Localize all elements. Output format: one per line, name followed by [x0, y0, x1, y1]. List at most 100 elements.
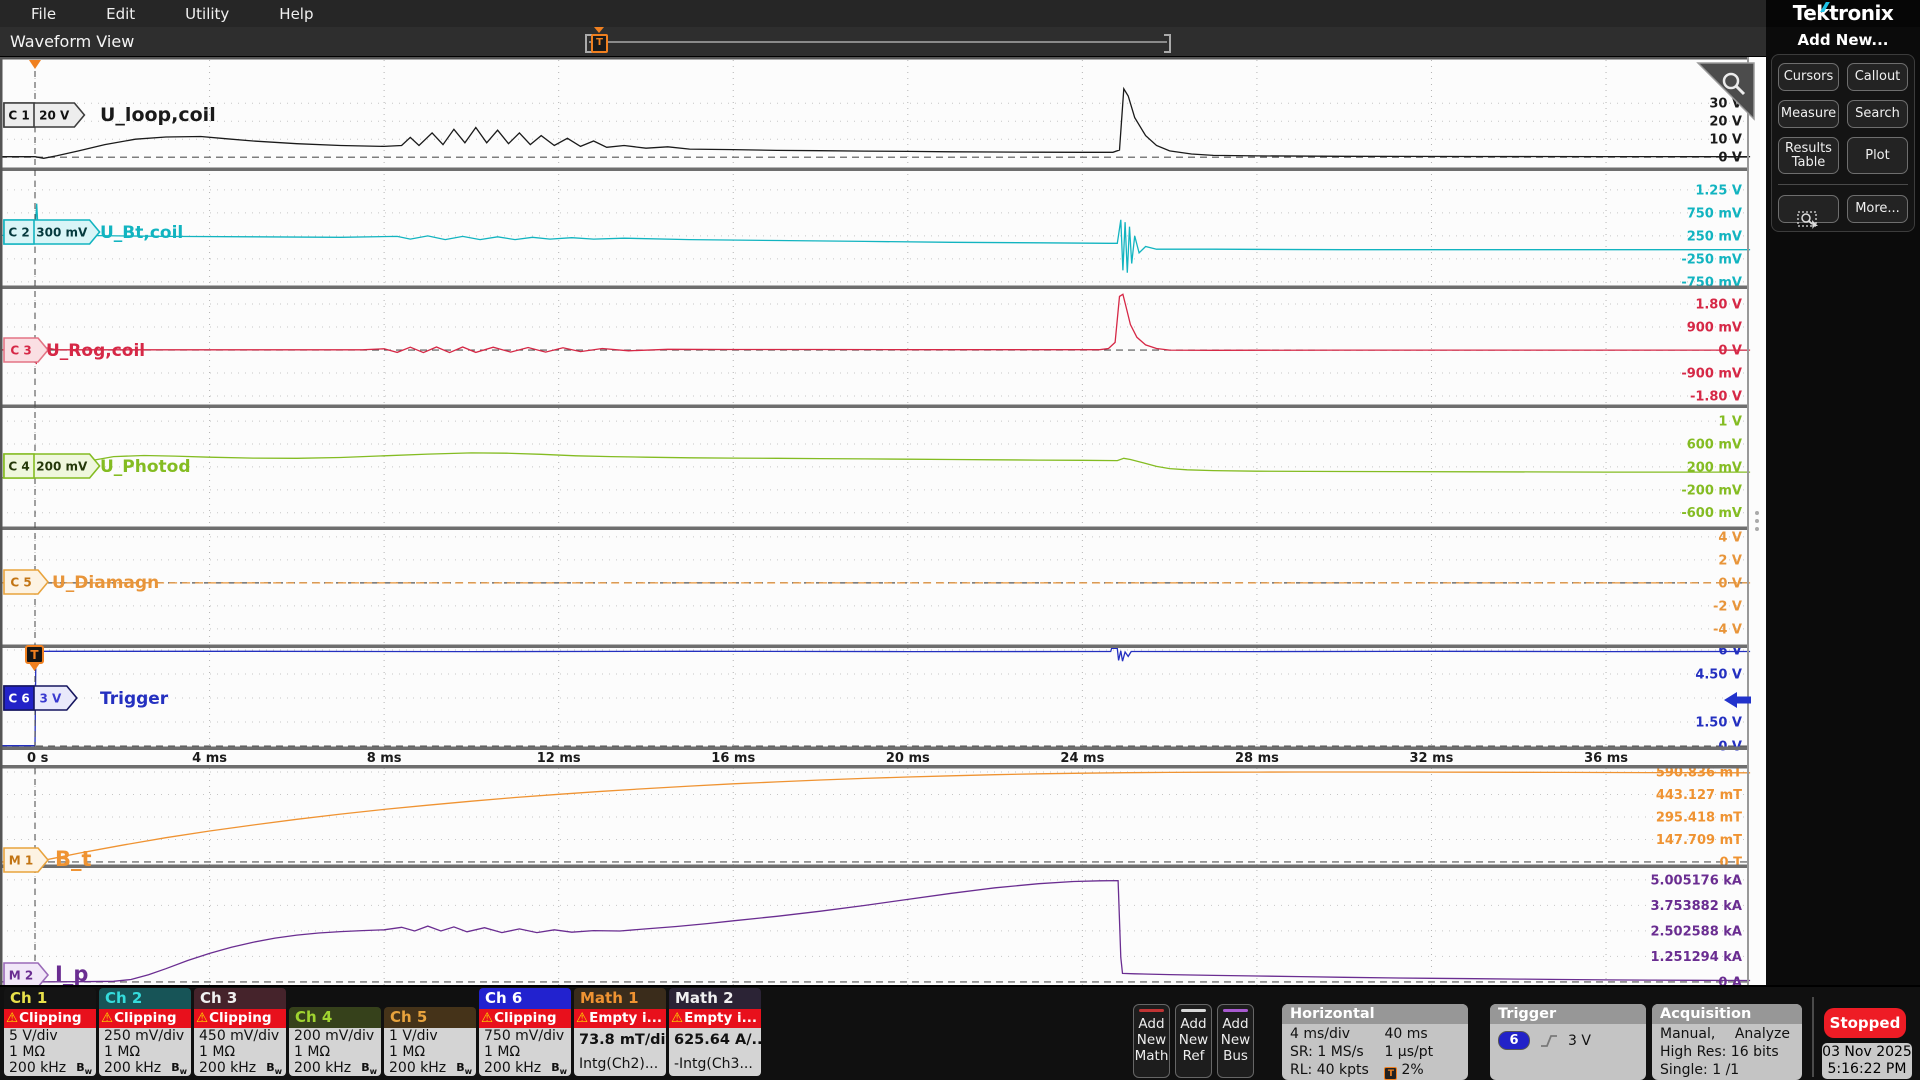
pane-resize-handle[interactable] — [1755, 519, 1759, 523]
logo-text: Te — [1793, 1, 1817, 25]
cursors-button[interactable]: Cursors — [1778, 63, 1839, 91]
results-table-button[interactable]: Results Table — [1778, 137, 1839, 174]
pane-resize-handle[interactable] — [1755, 511, 1759, 515]
horizontal-position-scrollbar[interactable]: T — [585, 34, 1171, 51]
run-stop-status-badge[interactable]: Stopped — [1824, 1008, 1906, 1038]
badge-ch5[interactable]: Ch 51 V/div1 MΩ200 kHzBw — [384, 1007, 476, 1076]
badge-ch3[interactable]: Ch 3⚠Clipping450 mV/div1 MΩ200 kHzBw — [194, 988, 286, 1076]
sidebar-divider — [1778, 184, 1908, 185]
channel-badge-C6[interactable]: C 63 V — [4, 686, 77, 710]
channel-badge-C1[interactable]: C 120 V — [4, 103, 84, 127]
trigger-position-icon[interactable]: T — [591, 30, 609, 53]
search-button[interactable]: Search — [1847, 100, 1908, 128]
trace-name-C1[interactable]: U_loop,coil — [100, 104, 216, 126]
menu-file[interactable]: File — [6, 5, 81, 23]
add-new-ref-button[interactable]: Add New Ref — [1175, 1004, 1212, 1078]
section-divider — [0, 405, 1748, 409]
callout-button[interactable]: Callout — [1847, 63, 1908, 91]
acquisition-mode: Manual, — [1660, 1025, 1715, 1043]
horizontal-window: 40 ms — [1384, 1026, 1460, 1043]
badge-row: 625.64 A/... — [669, 1028, 761, 1052]
add-new-group: Cursors Callout Measure Search Results T… — [1771, 54, 1915, 232]
tick-label: 1.50 V — [1695, 716, 1742, 731]
acquisition-panel-body: Manual, Analyze High Res: 16 bits Single… — [1652, 1024, 1802, 1080]
section-divider — [0, 747, 1748, 751]
menu-help[interactable]: Help — [254, 5, 338, 23]
badge-id-label: C 3 — [10, 344, 31, 358]
bottom-bar: Ch 1⚠Clipping5 V/div1 MΩ200 kHzBwCh 2⚠Cl… — [0, 985, 1920, 1080]
time-label: 16 ms — [711, 751, 755, 766]
menu-bar: FileEditUtilityHelp — [0, 0, 1766, 27]
badge-row: 200 mV/div — [289, 1028, 381, 1044]
badge-warning: ⚠Empty i... — [574, 1009, 666, 1028]
status-divider — [1812, 997, 1814, 1077]
badge-row: 200 kHzBw — [194, 1060, 286, 1076]
badge-id-label: C 6 — [8, 692, 29, 706]
channel-badge-C4[interactable]: C 4200 mV — [4, 454, 100, 478]
time-label: 8 ms — [367, 751, 402, 766]
badge-scale-label: 300 mV — [36, 226, 88, 240]
badge-ch2[interactable]: Ch 2⚠Clipping250 mV/div1 MΩ200 kHzBw — [99, 988, 191, 1076]
date-text: 03 Nov 2025 — [1822, 1044, 1912, 1061]
tick-label: 147.709 mT — [1656, 833, 1742, 848]
channel-badge-C2[interactable]: C 2300 mV — [4, 220, 100, 244]
bandwidth-icon: Bw — [171, 1060, 187, 1076]
waveform-plot[interactable]: 30 V20 V10 V0 V1.25 V750 mV250 mV-250 mV… — [0, 57, 1766, 985]
main-area: Waveform View T 30 V20 V10 V0 V1.25 V750… — [0, 27, 1920, 985]
badge-row: Intg(Ch2)... — [574, 1052, 666, 1076]
tick-label: 4 V — [1718, 530, 1742, 545]
badge-row: -Intg(Ch3... — [669, 1052, 761, 1076]
channel-badge-M2[interactable]: M 2 — [4, 963, 48, 985]
section-divider — [0, 865, 1748, 869]
add-new-bus-button[interactable]: Add New Bus — [1217, 1004, 1254, 1078]
tick-label: 1.25 V — [1695, 183, 1742, 198]
badge-title: Ch 3 — [194, 988, 286, 1009]
trace-name-C5[interactable]: U_Diamagn — [52, 573, 159, 593]
trace-name-C2[interactable]: U_Bt,coil — [100, 223, 183, 243]
pane-resize-handle[interactable] — [1755, 527, 1759, 531]
badge-math1[interactable]: Math 1⚠Empty i...73.8 mT/divIntg(Ch2)... — [574, 988, 666, 1076]
warning-icon: ⚠ — [671, 1010, 683, 1026]
tick-label: -250 mV — [1681, 252, 1742, 267]
trace-name-M2[interactable]: I_p — [55, 962, 88, 985]
zoom-select-button[interactable] — [1778, 195, 1839, 223]
right-bracket-icon[interactable] — [1164, 34, 1171, 53]
trace-name-C6[interactable]: Trigger — [100, 689, 169, 709]
trigger-t-glyph: T — [591, 34, 608, 53]
badge-row: 200 kHzBw — [99, 1060, 191, 1076]
trigger-panel[interactable]: Trigger 6 3 V — [1490, 1004, 1646, 1080]
acquisition-panel[interactable]: Acquisition Manual, Analyze High Res: 16… — [1652, 1004, 1802, 1080]
tick-label: 20 V — [1709, 115, 1742, 130]
add-new-math-button[interactable]: Add New Math — [1133, 1004, 1170, 1078]
tick-label: -1.80 V — [1690, 390, 1742, 405]
badge-row: 1 MΩ — [479, 1044, 571, 1060]
channel-badge-C3[interactable]: C 3 — [4, 338, 48, 362]
trace-name-M1[interactable]: B_t — [55, 847, 92, 871]
section-divider — [0, 168, 1748, 172]
tektronix-logo: Tektronix — [1766, 0, 1920, 27]
position-track[interactable] — [589, 41, 1167, 43]
measure-button[interactable]: Measure — [1778, 100, 1839, 128]
plot-button[interactable]: Plot — [1847, 137, 1908, 174]
badge-math2[interactable]: Math 2⚠Empty i...625.64 A/...-Intg(Ch3..… — [669, 988, 761, 1076]
badge-ch4[interactable]: Ch 4200 mV/div1 MΩ200 kHzBw — [289, 1007, 381, 1076]
channel-badge-C5[interactable]: C 5 — [4, 570, 48, 594]
tick-label: 1 V — [1718, 415, 1742, 430]
badge-scale-label: 20 V — [39, 109, 70, 123]
tekscope-app: FileEditUtilityHelp Tektronix Waveform V… — [0, 0, 1920, 1080]
tick-label: -600 mV — [1681, 506, 1742, 521]
trace-name-C4[interactable]: U_Photod — [100, 457, 191, 477]
badge-warning: ⚠Clipping — [479, 1009, 571, 1028]
more-button[interactable]: More... — [1847, 195, 1908, 223]
badge-ch1[interactable]: Ch 1⚠Clipping5 V/div1 MΩ200 kHzBw — [4, 988, 96, 1076]
menu-utility[interactable]: Utility — [160, 5, 254, 23]
badge-ch6[interactable]: Ch 6⚠Clipping750 mV/div1 MΩ200 kHzBw — [479, 988, 571, 1076]
section-divider — [0, 286, 1748, 290]
badge-title: Math 1 — [574, 988, 666, 1009]
tick-label: 2 V — [1718, 553, 1742, 568]
tick-label: 2.502588 kA — [1651, 924, 1743, 939]
channel-badge-M1[interactable]: M 1 — [4, 848, 48, 872]
horizontal-panel[interactable]: Horizontal 4 ms/div 40 ms SR: 1 MS/s 1 µ… — [1282, 1004, 1468, 1080]
menu-edit[interactable]: Edit — [81, 5, 160, 23]
trace-name-C3[interactable]: U_Rog,coil — [46, 341, 145, 361]
